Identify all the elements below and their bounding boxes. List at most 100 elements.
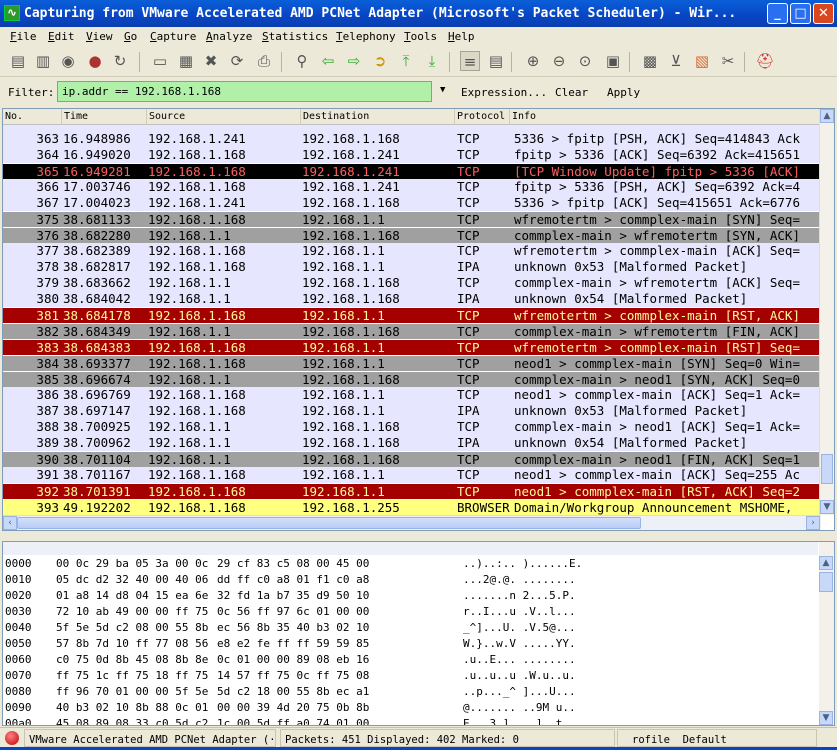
- scroll-up-arrow-icon[interactable]: ▲: [820, 109, 834, 123]
- start-capture-icon[interactable]: ◉: [58, 51, 78, 71]
- hex-ascii[interactable]: .......n 2...5.P.: [463, 588, 576, 604]
- display-filters-icon[interactable]: ⊻: [666, 51, 686, 71]
- menu-go[interactable]: Go: [124, 27, 137, 46]
- filter-dropdown-arrow-icon[interactable]: ▼: [440, 85, 445, 95]
- find-packet-icon[interactable]: ⚲: [292, 51, 312, 71]
- column-header-destination[interactable]: Destination: [300, 109, 369, 125]
- packet-list-vertical-scrollbar[interactable]: ▲ ▼: [819, 109, 834, 515]
- apply-button[interactable]: Apply: [607, 86, 640, 99]
- display-filter-input[interactable]: [57, 81, 432, 102]
- packet-row[interactable]: 363 16.948986 192.168.1.241 192.168.1.168 TC…: [3, 131, 821, 147]
- column-header-source[interactable]: Source: [146, 109, 185, 125]
- menu-tools[interactable]: Tools: [404, 27, 437, 46]
- packet-row[interactable]: 386 38.696769 192.168.1.168 192.168.1.1 TCP n…: [3, 387, 821, 403]
- packet-row[interactable]: 390 38.701104 192.168.1.1 192.168.1.168 TCP c…: [3, 451, 821, 467]
- maximize-button[interactable]: □: [790, 3, 811, 24]
- hex-ascii[interactable]: .u..u..u .W.u..u.: [463, 668, 576, 684]
- hex-bytes-first-half[interactable]: 45 08 89 08 33 c0 5d c2: [56, 716, 208, 725]
- resize-columns-icon[interactable]: ▣: [603, 51, 623, 71]
- hex-ascii[interactable]: W.}..w.V .....YY.: [463, 636, 576, 652]
- status-profile[interactable]: rofile Default: [617, 729, 817, 747]
- hex-offset[interactable]: 0020: [5, 588, 32, 604]
- autoscroll-icon[interactable]: ▤: [486, 51, 506, 71]
- packet-row[interactable]: 391 38.701167 192.168.1.168 192.168.1.1 TCP n…: [3, 467, 821, 483]
- menu-edit[interactable]: Edit: [48, 27, 75, 46]
- hex-bytes-first-half[interactable]: 01 a8 14 d8 04 15 ea 6e: [56, 588, 208, 604]
- interfaces-icon[interactable]: ▤: [8, 51, 28, 71]
- expert-info-led-icon[interactable]: [5, 731, 19, 745]
- packet-row[interactable]: 378 38.682817 192.168.1.168 192.168.1.1 IPA u…: [3, 259, 821, 275]
- hex-bytes-second-half[interactable]: 5d c2 18 00 55 8b ec a1: [217, 684, 369, 700]
- hex-bytes-first-half[interactable]: 05 dc d2 32 40 00 40 06: [56, 572, 208, 588]
- restart-capture-icon[interactable]: ↻: [110, 51, 130, 71]
- packet-row[interactable]: 379 38.683662 192.168.1.1 192.168.1.168 TCP c…: [3, 275, 821, 291]
- save-file-icon[interactable]: ▦: [176, 51, 196, 71]
- hex-bytes-first-half[interactable]: ff 75 1c ff 75 18 ff 75: [56, 668, 208, 684]
- menu-statistics[interactable]: Statistics: [262, 27, 328, 46]
- packet-row[interactable]: 387 38.697147 192.168.1.168 192.168.1.1 IPA u…: [3, 403, 821, 419]
- hex-ascii[interactable]: r..I...u .V..l...: [463, 604, 576, 620]
- hex-bytes-second-half[interactable]: 29 cf 83 c5 08 00 45 00: [217, 556, 369, 572]
- pane-splitter[interactable]: [0, 533, 837, 541]
- hex-ascii[interactable]: @....... ..9M u..: [463, 700, 576, 716]
- scroll-down-arrow-icon[interactable]: ▼: [820, 500, 834, 514]
- hex-ascii[interactable]: E...3.]. ..]..t..: [463, 716, 576, 725]
- hex-offset[interactable]: 0070: [5, 668, 32, 684]
- packet-row[interactable]: 365 16.949281 192.168.1.168 192.168.1.241 TC…: [3, 163, 821, 179]
- zoom-out-icon[interactable]: ⊖: [549, 51, 569, 71]
- scrollbar-thumb[interactable]: [821, 454, 833, 484]
- scrollbar-thumb[interactable]: [819, 572, 833, 592]
- minimize-button[interactable]: _: [767, 3, 788, 24]
- hex-bytes-first-half[interactable]: 5f 5e 5d c2 08 00 55 8b: [56, 620, 208, 636]
- hex-bytes-second-half[interactable]: dd ff c0 a8 01 f1 c0 a8: [217, 572, 369, 588]
- packet-row[interactable]: 393 49.192202 192.168.1.168 192.168.1.255 BR…: [3, 499, 821, 515]
- clear-button[interactable]: Clear: [555, 86, 588, 99]
- go-back-icon[interactable]: ⇦: [318, 51, 338, 71]
- reload-icon[interactable]: ⟳: [227, 51, 247, 71]
- hex-offset[interactable]: 0000: [5, 556, 32, 572]
- hex-ascii[interactable]: ...2@.@. ........: [463, 572, 576, 588]
- packet-row[interactable]: 367 17.004023 192.168.1.241 192.168.1.168 TC…: [3, 195, 821, 211]
- menu-file[interactable]: File: [10, 27, 37, 46]
- packet-row[interactable]: 382 38.684349 192.168.1.1 192.168.1.168 TCP c…: [3, 323, 821, 339]
- close-file-icon[interactable]: ✖: [201, 51, 221, 71]
- hex-bytes-first-half[interactable]: 57 8b 7d 10 ff 77 08 56: [56, 636, 208, 652]
- print-icon[interactable]: ⎙: [254, 51, 274, 71]
- hex-bytes-first-half[interactable]: 72 10 ab 49 00 00 ff 75: [56, 604, 208, 620]
- menu-analyze[interactable]: Analyze: [206, 27, 252, 46]
- close-button[interactable]: ✕: [813, 3, 834, 24]
- menu-capture[interactable]: Capture: [150, 27, 196, 46]
- normal-size-icon[interactable]: ⊙: [575, 51, 595, 71]
- go-forward-icon[interactable]: ⇨: [344, 51, 364, 71]
- hex-bytes-second-half[interactable]: 0c 56 ff 97 6c 01 00 00: [217, 604, 369, 620]
- stop-capture-icon[interactable]: ●: [85, 51, 105, 71]
- hex-bytes-second-half[interactable]: 00 00 39 4d 20 75 0b 8b: [217, 700, 369, 716]
- packet-row[interactable]: 388 38.700925 192.168.1.1 192.168.1.168 TCP c…: [3, 419, 821, 435]
- hex-bytes-first-half[interactable]: c0 75 0d 8b 45 08 8b 8e: [56, 652, 208, 668]
- column-header-info[interactable]: Info: [509, 109, 536, 125]
- hex-offset[interactable]: 0040: [5, 620, 32, 636]
- zoom-in-icon[interactable]: ⊕: [523, 51, 543, 71]
- scrollbar-thumb[interactable]: [17, 517, 641, 529]
- menu-view[interactable]: View: [86, 27, 113, 46]
- packet-row[interactable]: 389 38.700962 192.168.1.1 192.168.1.168 IPA u…: [3, 435, 821, 451]
- colorize-icon[interactable]: ≡: [460, 51, 480, 71]
- packet-row[interactable]: 384 38.693377 192.168.1.168 192.168.1.1 TCP n…: [3, 355, 821, 371]
- first-packet-icon[interactable]: ⤒: [396, 51, 416, 71]
- hex-bytes-second-half[interactable]: 14 57 ff 75 0c ff 75 08: [217, 668, 369, 684]
- scroll-down-arrow-icon[interactable]: ▼: [819, 711, 833, 725]
- packet-row[interactable]: 364 16.949020 192.168.1.168 192.168.1.241 TC…: [3, 147, 821, 163]
- open-file-icon[interactable]: ▭: [150, 51, 170, 71]
- hex-bytes-second-half[interactable]: 0c 01 00 00 89 08 eb 16: [217, 652, 369, 668]
- hex-ascii[interactable]: ..p..._^ ]...U...: [463, 684, 576, 700]
- hex-ascii[interactable]: .u..E... ........: [463, 652, 576, 668]
- hex-bytes-first-half[interactable]: 40 b3 02 10 8b 88 0c 01: [56, 700, 208, 716]
- menu-telephony[interactable]: Telephony: [336, 27, 396, 46]
- column-header-time[interactable]: Time: [61, 109, 88, 125]
- hex-offset[interactable]: 0050: [5, 636, 32, 652]
- last-packet-icon[interactable]: ⤓: [422, 51, 442, 71]
- hex-bytes-first-half[interactable]: 00 0c 29 ba 05 3a 00 0c: [56, 556, 208, 572]
- column-header-no[interactable]: No.: [3, 109, 23, 125]
- packet-row[interactable]: 375 38.681133 192.168.1.168 192.168.1.1 TCP w…: [3, 211, 821, 227]
- hex-offset[interactable]: 0060: [5, 652, 32, 668]
